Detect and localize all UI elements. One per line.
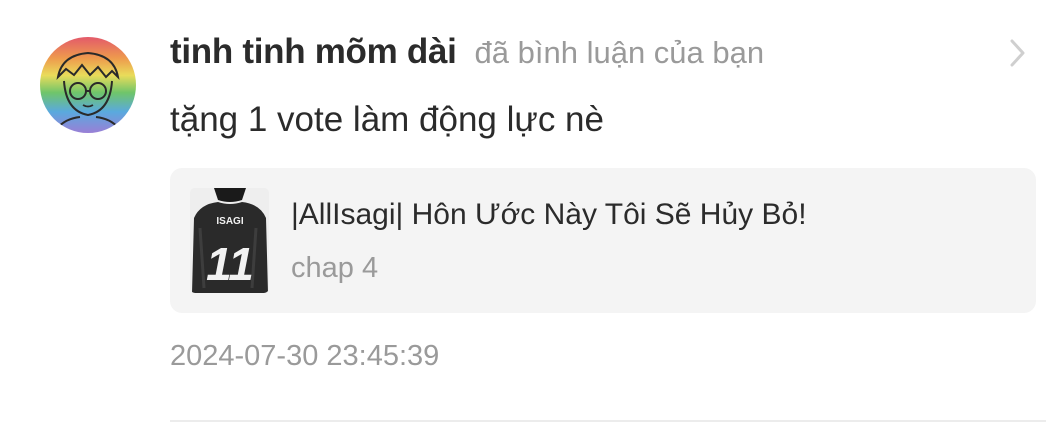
- action-text: đã bình luận của bạn: [474, 35, 765, 70]
- user-avatar[interactable]: [40, 37, 136, 133]
- timestamp: 2024-07-30 23:45:39: [170, 340, 440, 372]
- jersey-11-cover-icon: ISAGI 11: [190, 188, 269, 293]
- rainbow-avatar-icon: [40, 37, 136, 133]
- story-title[interactable]: |AllIsagi| Hôn Ước Này Tôi Sẽ Hủy Bỏ!: [291, 198, 807, 232]
- story-cover[interactable]: ISAGI 11: [190, 188, 269, 293]
- comment-notification[interactable]: tinh tinh mõm dài đã bình luận của bạn t…: [0, 0, 1046, 430]
- divider: [170, 420, 1046, 422]
- username[interactable]: tinh tinh mõm dài: [170, 32, 457, 72]
- svg-text:ISAGI: ISAGI: [216, 216, 243, 227]
- chevron-right-icon[interactable]: [1002, 36, 1032, 70]
- svg-text:11: 11: [206, 238, 254, 290]
- comment-text: tặng 1 vote làm động lực nè: [170, 100, 604, 139]
- notification-header: tinh tinh mõm dài đã bình luận của bạn: [170, 32, 764, 80]
- story-chapter: chap 4: [291, 252, 379, 284]
- story-card[interactable]: ISAGI 11 |AllIsagi| Hôn Ước Này Tôi Sẽ H…: [170, 168, 1036, 313]
